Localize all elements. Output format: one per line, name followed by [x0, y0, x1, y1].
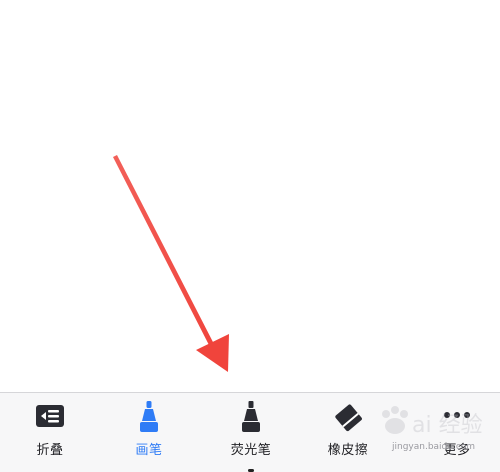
tool-eraser-label: 橡皮擦	[327, 443, 369, 458]
highlighter-icon	[233, 399, 269, 435]
tool-more[interactable]: 更多	[407, 393, 500, 472]
screenshot-canvas: 折叠 画笔 荧光笔 橡皮擦 更多 ai 经验 jingyan.baidu.com	[0, 0, 500, 472]
tool-eraser[interactable]: 橡皮擦	[298, 393, 398, 472]
tool-pen[interactable]: 画笔	[99, 393, 199, 472]
more-dots-icon	[439, 399, 475, 435]
bottom-toolbar: 折叠 画笔 荧光笔 橡皮擦 更多	[0, 392, 500, 472]
tool-more-label: 更多	[443, 443, 471, 458]
eraser-icon	[330, 399, 366, 435]
pen-icon	[131, 399, 167, 435]
tool-highlighter[interactable]: 荧光笔	[201, 393, 301, 472]
tool-highlighter-label: 荧光笔	[230, 443, 272, 458]
annotation-arrow-shaft	[113, 155, 215, 349]
collapse-list-icon	[32, 399, 68, 435]
annotation-arrow	[113, 155, 229, 372]
tool-collapse[interactable]: 折叠	[0, 393, 100, 472]
tool-pen-label: 画笔	[135, 443, 163, 458]
annotation-arrow-head	[196, 334, 229, 372]
tool-collapse-label: 折叠	[36, 443, 64, 458]
